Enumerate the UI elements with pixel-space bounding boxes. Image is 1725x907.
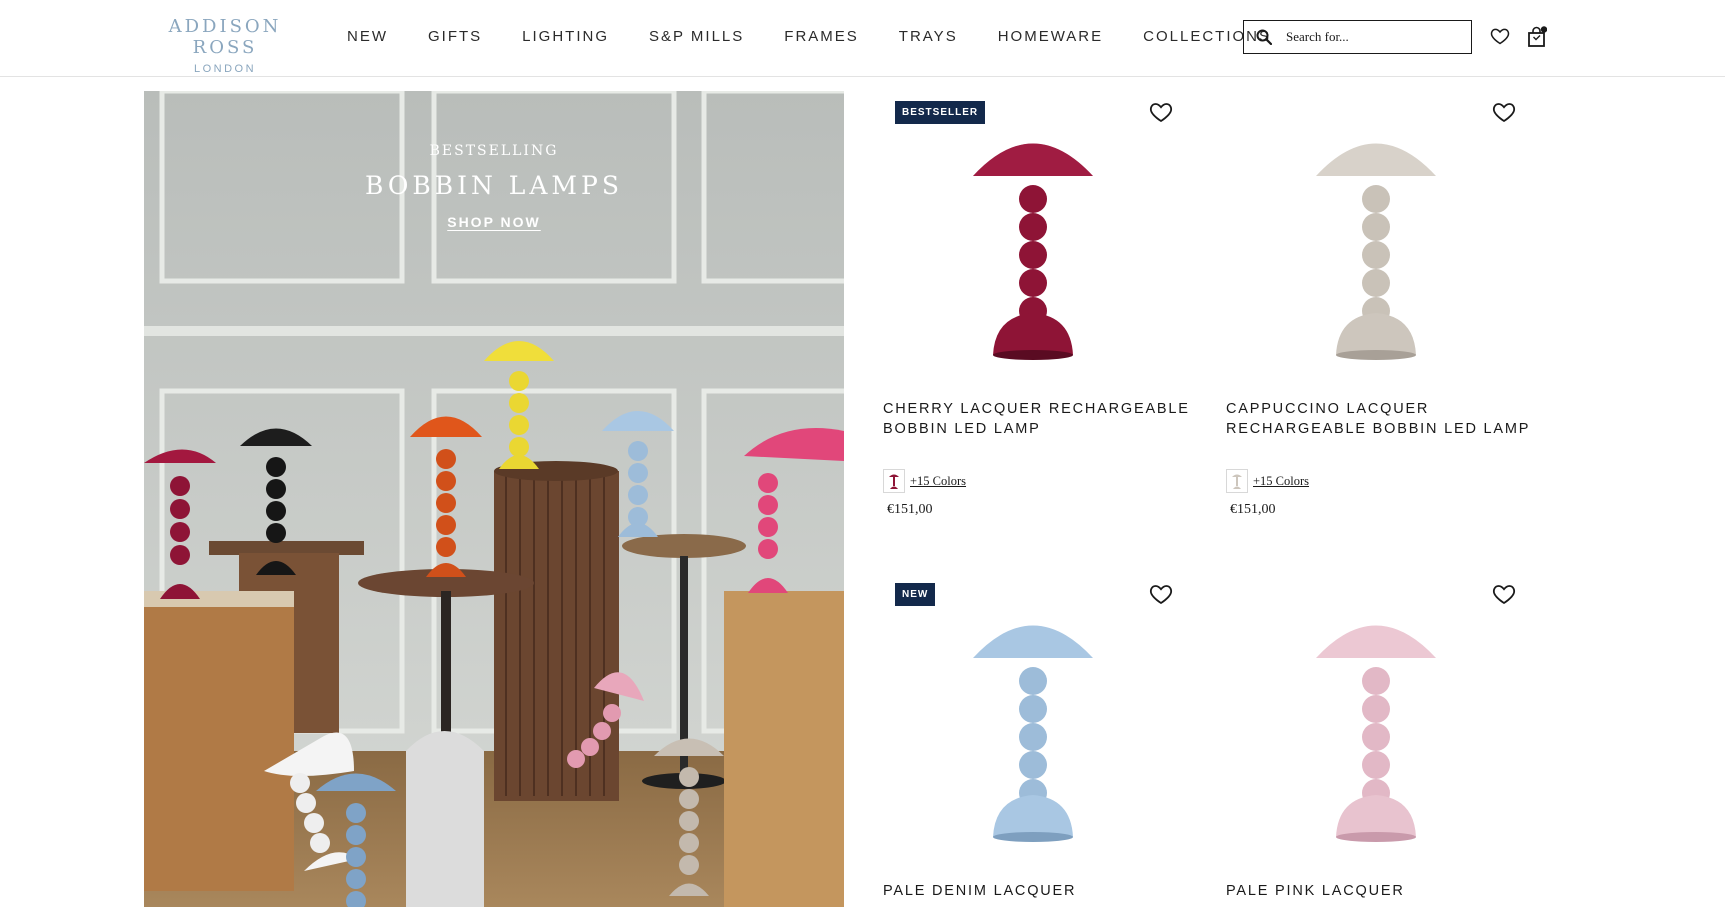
product-title[interactable]: PALE PINK LACQUER (1226, 881, 1536, 907)
color-swatch[interactable] (1226, 469, 1248, 493)
product-image[interactable] (1226, 91, 1536, 381)
shopping-bag-icon[interactable] (1527, 26, 1548, 48)
cappuccino-lamp-image (1316, 143, 1436, 360)
wishlist-heart-icon[interactable] (1149, 101, 1173, 123)
wishlist-heart-icon[interactable] (1149, 583, 1173, 605)
product-card[interactable]: NEW PALE DENIM LACQUER (883, 573, 1193, 907)
wishlist-heart-icon[interactable] (1492, 583, 1516, 605)
nav-lighting[interactable]: LIGHTING (522, 28, 609, 45)
new-badge: NEW (895, 583, 936, 606)
wishlist-heart-icon[interactable] (1492, 101, 1516, 123)
more-colors-link[interactable]: +15 Colors (910, 474, 966, 489)
hero-shop-now-link[interactable]: SHOP NOW (447, 214, 541, 230)
search-box[interactable] (1243, 20, 1472, 54)
product-image[interactable]: BESTSELLER (883, 91, 1193, 381)
nav-gifts[interactable]: GIFTS (428, 28, 482, 45)
color-options: +15 Colors (1226, 469, 1536, 493)
product-image[interactable]: NEW (883, 573, 1193, 863)
nav-new[interactable]: NEW (347, 28, 388, 45)
hero-text: BESTSELLING BOBBIN LAMPS SHOP NOW (144, 143, 844, 232)
product-card[interactable]: CAPPUCCINO LACQUER RECHARGEABLE BOBBIN L… (1226, 91, 1536, 518)
color-swatch[interactable] (883, 469, 905, 493)
product-card[interactable]: PALE PINK LACQUER (1226, 573, 1536, 907)
pale-pink-lamp-image (1316, 625, 1436, 842)
nav-homeware[interactable]: HOMEWARE (998, 28, 1103, 45)
product-image[interactable] (1226, 573, 1536, 863)
brand-logo[interactable]: ADDISON ROSS LONDON (145, 16, 305, 75)
logo-main-text: ADDISON ROSS (168, 16, 282, 58)
hero-eyebrow: BESTSELLING (429, 143, 559, 159)
product-title[interactable]: CAPPUCCINO LACQUER RECHARGEABLE BOBBIN L… (1226, 399, 1536, 439)
search-input[interactable] (1286, 29, 1456, 45)
pale-denim-lamp-image (973, 625, 1093, 842)
logo-sub-text: LONDON (193, 63, 257, 75)
color-options: +15 Colors (883, 469, 1193, 493)
hero-banner[interactable]: BESTSELLING BOBBIN LAMPS SHOP NOW (144, 91, 844, 907)
site-header: ADDISON ROSS LONDON NEW GIFTS LIGHTING S… (0, 0, 1725, 77)
product-title[interactable]: PALE DENIM LACQUER (883, 881, 1193, 907)
product-price: €151,00 (1230, 502, 1276, 517)
nav-trays[interactable]: TRAYS (899, 28, 958, 45)
hero-title: BOBBIN LAMPS (365, 171, 623, 200)
bestseller-badge: BESTSELLER (895, 101, 986, 124)
product-price: €151,00 (887, 502, 933, 517)
main-nav: NEW GIFTS LIGHTING S&P MILLS FRAMES TRAY… (347, 28, 1311, 45)
product-title[interactable]: CHERRY LACQUER RECHARGEABLE BOBBIN LED L… (883, 399, 1193, 439)
wishlist-heart-icon[interactable] (1490, 26, 1510, 46)
cherry-lamp-image (973, 143, 1093, 360)
more-colors-link[interactable]: +15 Colors (1253, 474, 1309, 489)
product-card[interactable]: BESTSELLER CHERRY LACQUER RECHARGEABLE B… (883, 91, 1193, 518)
nav-frames[interactable]: FRAMES (784, 28, 859, 45)
search-icon[interactable] (1256, 29, 1273, 46)
nav-sp-mills[interactable]: S&P MILLS (649, 28, 744, 45)
